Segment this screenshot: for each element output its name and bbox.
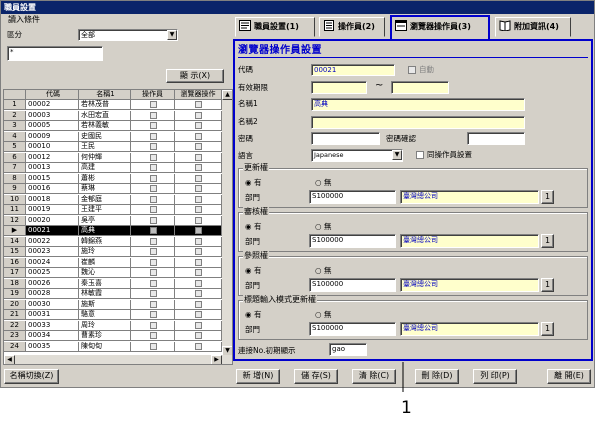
callout-number: 1 <box>401 398 412 418</box>
callout-leader <box>402 362 404 392</box>
